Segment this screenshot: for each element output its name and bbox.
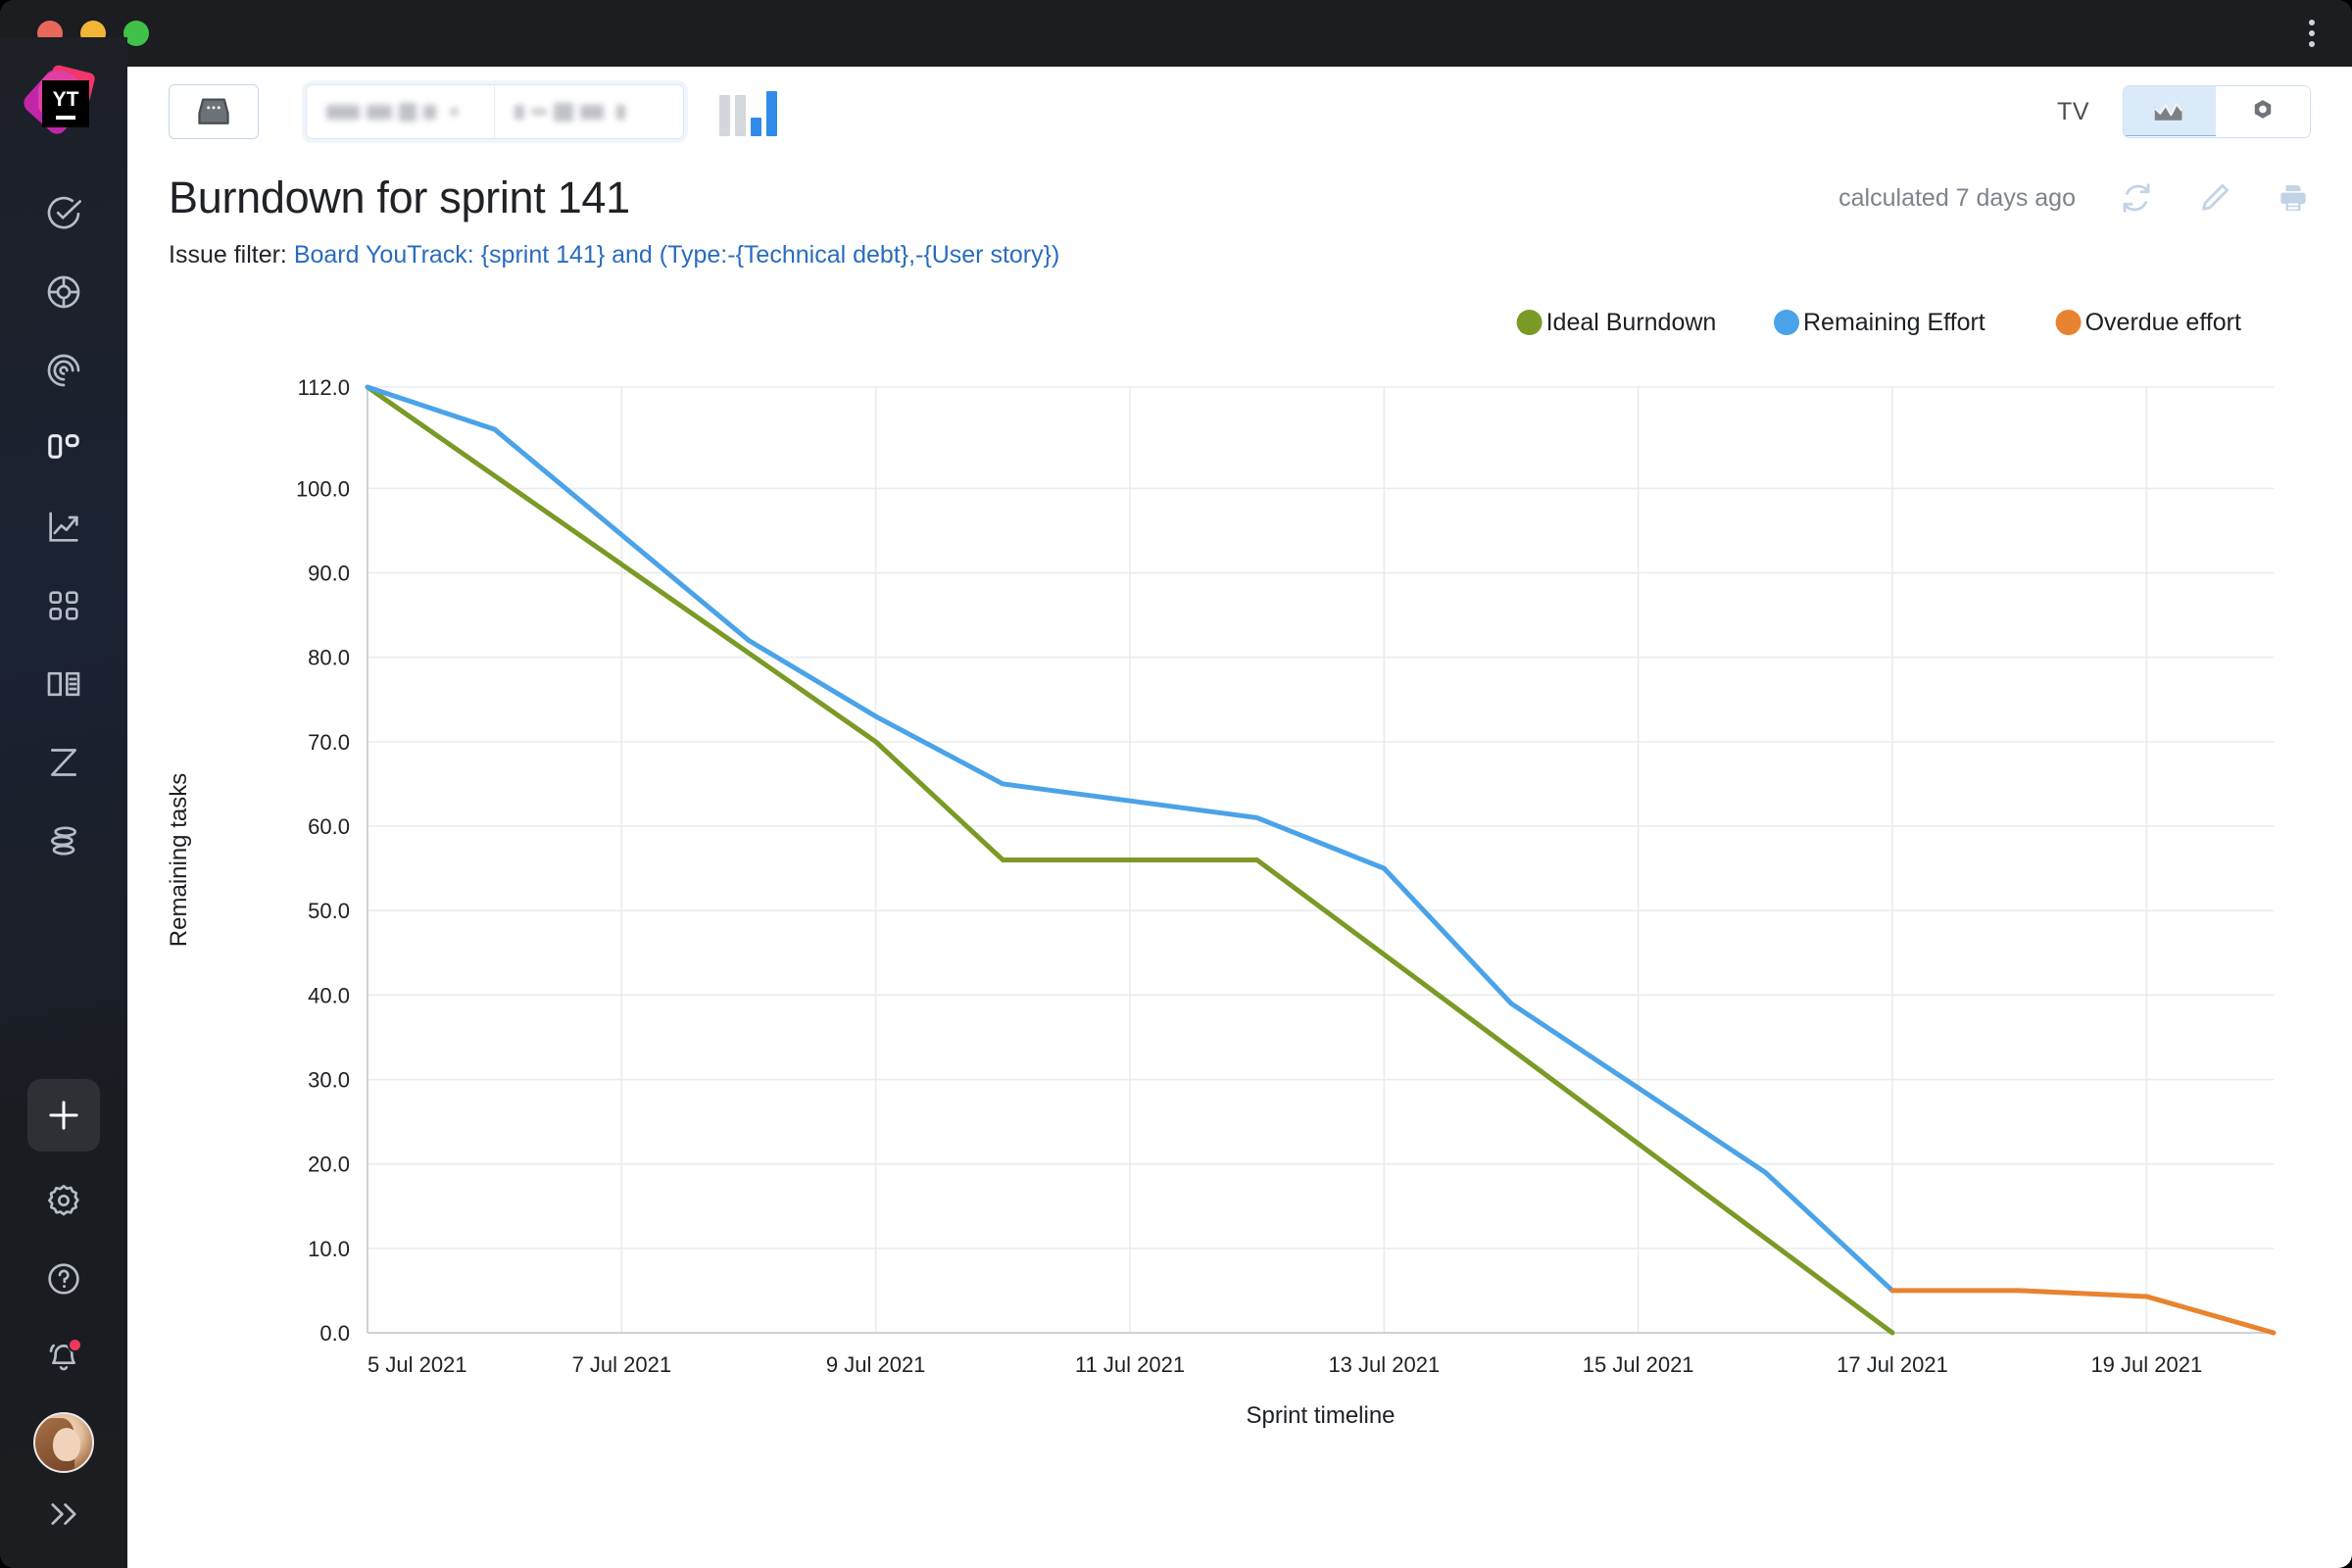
notification-badge: [68, 1338, 82, 1352]
sidebar-item-workflows[interactable]: [25, 802, 102, 880]
legend-label[interactable]: Overdue effort: [2085, 309, 2241, 336]
top-toolbar: TV: [127, 67, 2352, 157]
bar-chart-icon[interactable]: [719, 87, 777, 136]
view-mode-toggle: [2123, 85, 2311, 138]
sidebar-item-knowledge-base[interactable]: [25, 645, 102, 723]
sidebar-item-help[interactable]: [25, 1240, 102, 1318]
sidebar-item-helpdesk[interactable]: [25, 331, 102, 410]
gear-icon: [2254, 100, 2272, 119]
issue-filter-query[interactable]: Board YouTrack: {sprint 141} and (Type:-…: [294, 241, 1059, 269]
y-tick-label: 112.0: [298, 375, 350, 400]
edit-button[interactable]: [2197, 180, 2232, 216]
window-titlebar: [0, 0, 2352, 67]
print-button[interactable]: [2276, 180, 2311, 216]
x-axis-title: Sprint timeline: [1246, 1402, 1395, 1429]
grid-apps-icon: [49, 591, 78, 620]
sidebar-item-notifications[interactable]: [25, 1318, 102, 1396]
legend-swatch: [1774, 310, 1799, 335]
sidebar-item-issues[interactable]: [25, 174, 102, 253]
board-selector[interactable]: [495, 85, 683, 138]
legend-swatch: [1516, 310, 1543, 335]
x-tick-label: 13 Jul 2021: [1328, 1352, 1440, 1377]
layers-icon: [51, 826, 76, 856]
legend-label[interactable]: Ideal Burndown: [1546, 309, 1717, 336]
project-selector[interactable]: [307, 85, 495, 138]
inbox-button[interactable]: [169, 84, 259, 139]
report-actions: calculated 7 days ago: [1838, 180, 2311, 216]
y-tick-label: 90.0: [308, 562, 350, 586]
y-tick-label: 10.0: [308, 1237, 350, 1261]
burndown-chart: 0.0 10.0 20.0 30.0 40.0 50.0 60.0 70.0 80.0 90.0 1…: [127, 270, 2352, 1514]
y-tick-label: 70.0: [308, 730, 350, 755]
view-chart-button[interactable]: [2124, 86, 2217, 136]
y-tick-label: 30.0: [308, 1068, 350, 1093]
kebab-menu-icon[interactable]: [2309, 20, 2315, 47]
sidebar-nav: [25, 174, 102, 880]
context-selectors: [306, 84, 684, 139]
check-circle-icon: [47, 196, 81, 229]
user-avatar[interactable]: [33, 1412, 94, 1473]
hourglass-icon: [51, 749, 76, 776]
board-selector-redacted-label: [514, 102, 625, 122]
y-tick-label: 60.0: [308, 814, 350, 839]
sidebar-item-timesheets[interactable]: [25, 723, 102, 802]
x-tick-label: 15 Jul 2021: [1583, 1352, 1694, 1377]
y-tick-label: 100.0: [296, 476, 350, 501]
issue-filter-label: Issue filter:: [169, 241, 287, 269]
chart-canvas: 0.0 10.0 20.0 30.0 40.0 50.0 60.0 70.0 80.0 90.0 1…: [166, 309, 2277, 1429]
x-tick-label: 17 Jul 2021: [1837, 1352, 1948, 1377]
legend-swatch: [2055, 310, 2082, 335]
series-line-overdue-effort: [1889, 1288, 2277, 1336]
agile-board-icon: [47, 275, 80, 309]
sidebar-item-projects[interactable]: [25, 566, 102, 645]
y-axis-title: Remaining tasks: [166, 773, 192, 947]
dashboard-icon: [48, 434, 79, 459]
create-button[interactable]: [27, 1079, 100, 1152]
x-tick-label: 9 Jul 2021: [826, 1352, 926, 1377]
y-tick-label: 0.0: [319, 1321, 350, 1346]
plus-icon: [49, 1101, 78, 1130]
y-tick-label: 80.0: [308, 646, 350, 670]
legend-label[interactable]: Remaining Effort: [1803, 309, 1985, 336]
question-circle-icon: [48, 1263, 79, 1295]
helpdesk-icon: [47, 354, 80, 387]
report-trend-icon: [49, 512, 78, 542]
line-chart-icon: [2153, 102, 2183, 121]
expand-sidebar-button[interactable]: [44, 1498, 83, 1535]
chart-legend: Ideal Burndown Remaining Effort Overdue ef…: [1516, 309, 2241, 336]
project-selector-redacted-label: [326, 102, 458, 122]
tv-mode-label[interactable]: TV: [2057, 98, 2089, 126]
chevron-double-right-icon: [51, 1503, 76, 1525]
book-icon: [47, 671, 80, 697]
x-tick-label: 7 Jul 2021: [572, 1352, 672, 1377]
app-sidebar: YT: [0, 37, 127, 1568]
sidebar-item-agile-boards[interactable]: [25, 253, 102, 331]
printer-icon: [2280, 185, 2306, 211]
report-header: Burndown for sprint 141 Issue filter: Bo…: [127, 157, 2352, 270]
issue-filter-line: Issue filter: Board YouTrack: {sprint 14…: [169, 241, 2311, 270]
x-tick-label: 5 Jul 2021: [368, 1352, 467, 1377]
refresh-icon: [2123, 183, 2150, 213]
sidebar-item-dashboards[interactable]: [25, 410, 102, 488]
youtrack-logo[interactable]: YT: [20, 64, 101, 141]
x-tick-label: 11 Jul 2021: [1075, 1352, 1185, 1377]
y-tick-label: 50.0: [308, 899, 350, 923]
x-tick-label: 19 Jul 2021: [2090, 1352, 2202, 1377]
sidebar-item-settings[interactable]: [25, 1161, 102, 1240]
y-tick-label: 20.0: [308, 1152, 350, 1177]
gear-icon: [48, 1185, 79, 1216]
logo-text: YT: [52, 87, 79, 111]
refresh-button[interactable]: [2119, 180, 2154, 216]
sidebar-item-reports[interactable]: [25, 488, 102, 566]
calculated-timestamp: calculated 7 days ago: [1838, 183, 2076, 212]
app-window: YT TV Burndown for sprint 141 Issue filt…: [0, 0, 2352, 1568]
y-tick-label: 40.0: [308, 983, 350, 1007]
main-content: TV Burndown for sprint 141 Issue filter:…: [127, 67, 2352, 1568]
inbox-icon: [198, 98, 229, 124]
pencil-icon: [2202, 183, 2230, 211]
view-settings-button[interactable]: [2216, 86, 2310, 137]
